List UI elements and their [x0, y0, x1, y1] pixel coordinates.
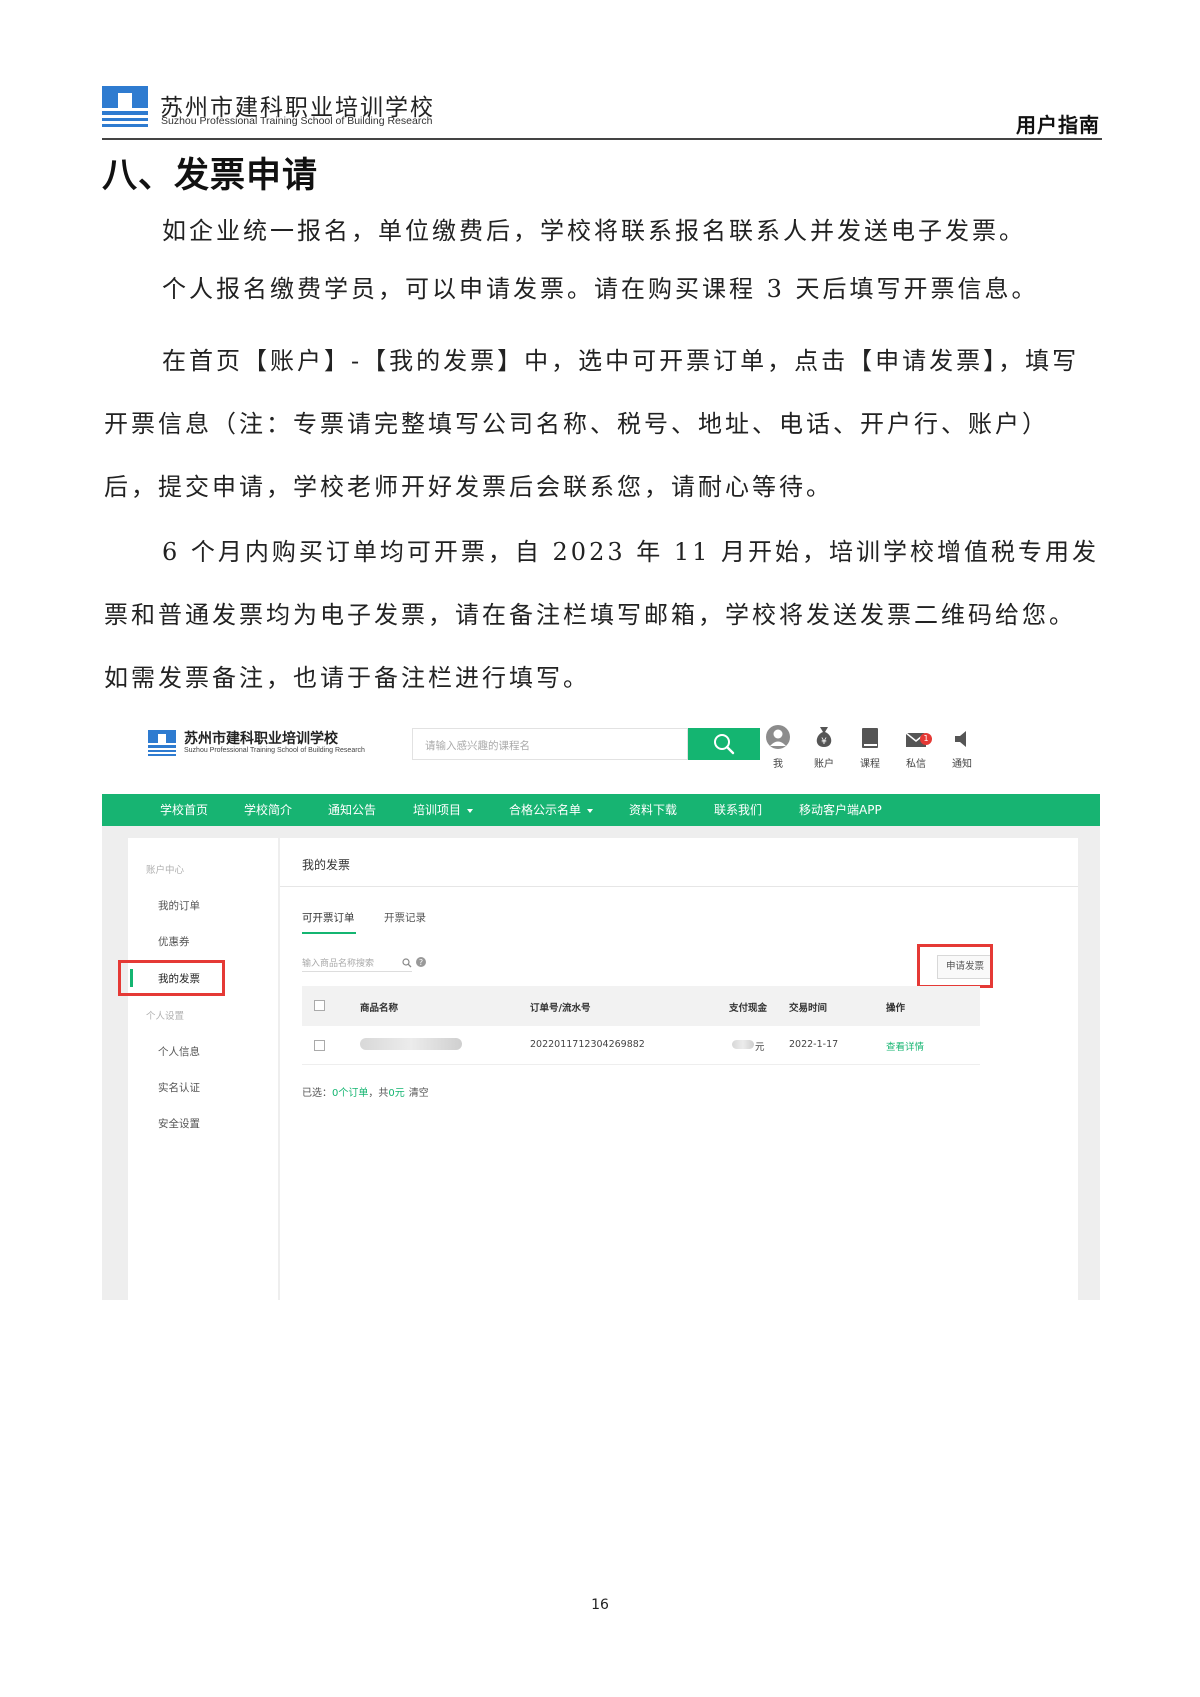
search-placeholder: 请输入感兴趣的课程名 — [425, 740, 530, 752]
svg-text:?: ? — [419, 958, 423, 967]
toolbar-label: 账户 — [814, 759, 834, 770]
nav-mobile-app[interactable]: 移动客户端APP — [799, 794, 882, 826]
svg-text:¥: ¥ — [821, 737, 827, 747]
table-row: 202201171230426988​2 元 2022-1-17 查看详情 — [302, 1026, 980, 1065]
active-tab-underline — [302, 932, 356, 934]
row-checkbox[interactable] — [314, 1040, 325, 1051]
search-icon[interactable] — [402, 958, 412, 968]
sidebar-item-verification[interactable]: 实名认证 — [158, 1080, 200, 1095]
section-title: 八、发票申请 — [102, 156, 319, 196]
tab-invoiceable-orders[interactable]: 可开票订单 — [302, 910, 355, 925]
main-nav: 学校首页 学校简介 通知公告 培训项目 合格公示名单 资料下载 联系我们 移动客… — [102, 794, 1100, 826]
site-logo-icon — [148, 730, 176, 756]
sidebar-group-account: 账户中心 — [146, 865, 185, 876]
site-school-name-en: Suzhou Professional Training School of B… — [184, 747, 365, 754]
toolbar-label: 课程 — [860, 759, 880, 770]
amount-unit: 元 — [755, 1042, 765, 1053]
view-details-link[interactable]: 查看详情 — [886, 1039, 924, 1053]
divider — [280, 886, 1078, 887]
column-header: 交易时间 — [789, 1003, 828, 1014]
nav-announcements[interactable]: 通知公告 — [328, 794, 376, 826]
redacted-amount — [732, 1040, 754, 1049]
toolbar-account[interactable]: ¥ 账户 — [804, 725, 844, 770]
help-icon[interactable]: ? — [416, 957, 426, 967]
school-name-en: Suzhou Professional Training School of B… — [161, 115, 433, 127]
selection-summary: 已选：0个订单，共0元 清空 — [302, 1088, 429, 1099]
transaction-time: 2022-1-17 — [789, 1039, 839, 1050]
highlight-box — [118, 960, 225, 996]
column-header: 支付现金 — [729, 1003, 768, 1014]
select-all-checkbox[interactable] — [314, 1000, 325, 1011]
redacted-product-name — [360, 1038, 462, 1050]
toolbar-notifications[interactable]: 通知 — [942, 725, 982, 770]
speaker-icon — [955, 731, 966, 747]
toolbar-messages[interactable]: 1 私信 — [896, 725, 936, 770]
page-number: 16 — [591, 1597, 609, 1613]
toolbar-label: 私信 — [906, 759, 926, 770]
nav-qualified-list[interactable]: 合格公示名单 — [509, 794, 594, 826]
nav-home[interactable]: 学校首页 — [160, 794, 208, 826]
website-screenshot: 苏州市建科职业培训学校 Suzhou Professional Training… — [102, 710, 1100, 1300]
book-icon — [862, 728, 878, 748]
column-header: 订单号/流水号 — [530, 1003, 591, 1014]
chevron-down-icon — [467, 808, 474, 813]
selected-count: 0个订单 — [332, 1088, 369, 1099]
paragraph-2: 个人报名缴费学员，可以申请发票。请在购买课程 3 天后填写开票信息。 — [162, 275, 1039, 303]
money-bag-icon: ¥ — [816, 727, 832, 747]
invoice-panel: 我的发票 可开票订单 开票记录 输入商品名称搜索 ? 申请发票 商品名称 订单号… — [280, 838, 1078, 1300]
nav-about[interactable]: 学校简介 — [244, 794, 292, 826]
message-badge: 1 — [920, 733, 932, 745]
search-underline — [302, 971, 412, 972]
nav-downloads[interactable]: 资料下载 — [629, 794, 677, 826]
column-header: 商品名称 — [360, 1003, 399, 1014]
search-icon — [714, 734, 735, 755]
page-header: 苏州市建科职业培训学校 Suzhou Professional Training… — [102, 84, 1102, 140]
paragraph-3: 在首页【账户】-【我的发票】中，选中可开票订单，点击【申请发票】，填写开票信息（… — [104, 347, 1080, 501]
chevron-down-icon — [587, 808, 594, 813]
toolbar-courses[interactable]: 课程 — [850, 725, 890, 770]
product-search-input[interactable]: 输入商品名称搜索 — [302, 956, 374, 969]
nav-training-projects[interactable]: 培训项目 — [413, 794, 474, 826]
column-header: 操作 — [886, 1003, 906, 1014]
tab-invoice-records[interactable]: 开票记录 — [384, 910, 426, 925]
document-label: 用户指南 — [1016, 113, 1100, 137]
user-avatar-icon — [766, 725, 790, 749]
site-school-name: 苏州市建科职业培训学校 — [184, 731, 338, 747]
order-number: 202201171230426988​2 — [530, 1039, 645, 1050]
toolbar-label: 通知 — [952, 759, 972, 770]
search-button[interactable] — [688, 728, 760, 760]
nav-contact[interactable]: 联系我们 — [714, 794, 762, 826]
highlight-box — [917, 944, 993, 988]
paragraph-4: 6 个月内购买订单均可开票，自 2023 年 11 月开始，培训学校增值税专用发… — [104, 538, 1100, 692]
sidebar-item-profile[interactable]: 个人信息 — [158, 1044, 200, 1059]
school-logo-icon — [102, 86, 148, 127]
course-search-input[interactable]: 请输入感兴趣的课程名 — [412, 728, 688, 760]
paragraph-1: 如企业统一报名，单位缴费后，学校将联系报名联系人并发送电子发票。 — [162, 217, 1026, 245]
panel-title: 我的发票 — [302, 858, 351, 872]
account-sidebar: 账户中心 我的订单 优惠券 我的发票 个人设置 个人信息 实名认证 安全设置 — [118, 838, 278, 1300]
toolbar-me[interactable]: 我 — [758, 725, 798, 770]
clear-selection-link[interactable]: 清空 — [409, 1088, 429, 1099]
sidebar-item-security[interactable]: 安全设置 — [158, 1116, 200, 1131]
sidebar-group-settings: 个人设置 — [146, 1011, 185, 1022]
content-area: 账户中心 我的订单 优惠券 我的发票 个人设置 个人信息 实名认证 安全设置 我… — [102, 826, 1100, 1300]
table-header: 商品名称 订单号/流水号 支付现金 交易时间 操作 — [302, 986, 980, 1026]
sidebar-item-coupons[interactable]: 优惠券 — [158, 934, 190, 949]
toolbar-label: 我 — [773, 759, 783, 770]
sidebar-item-orders[interactable]: 我的订单 — [158, 898, 200, 913]
selected-total: 0元 — [388, 1088, 405, 1099]
